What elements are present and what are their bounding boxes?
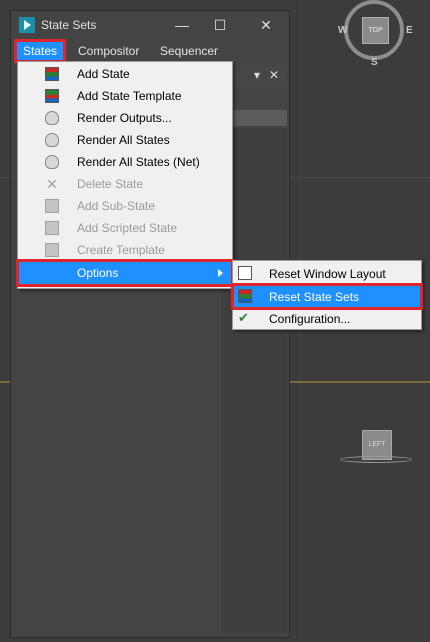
app-icon [19, 17, 35, 33]
menu-item-add-sub-state[interactable]: Add Sub-State [19, 195, 231, 217]
menu-item-create-template[interactable]: Create Template [19, 239, 231, 261]
menu-item-add-state[interactable]: Add State [19, 63, 231, 85]
menu-item-reset-state-sets[interactable]: Reset State Sets [231, 283, 423, 310]
state-template-icon [45, 89, 59, 103]
panel-close-icon[interactable]: ✕ [269, 68, 279, 82]
compass-west-label: W [338, 25, 348, 36]
window-title: State Sets [41, 18, 97, 32]
menu-sequencer[interactable]: Sequencer [154, 42, 224, 60]
compass-east-label: E [406, 25, 413, 36]
menu-item-label: Add Scripted State [77, 221, 178, 235]
template-icon [45, 243, 59, 257]
menu-item-render-all-states-net[interactable]: Render All States (Net) [19, 151, 231, 173]
maximize-button[interactable]: ☐ [209, 14, 231, 36]
menu-item-label: Render All States [77, 133, 170, 147]
viewcube-top[interactable]: TOP [362, 17, 389, 44]
menu-item-label: Reset State Sets [269, 290, 360, 304]
menu-item-label: Add State [77, 67, 130, 81]
reset-state-sets-icon [238, 289, 252, 303]
add-state-icon [45, 67, 59, 81]
menu-item-label: Options [77, 266, 119, 280]
menu-item-label: Render Outputs... [77, 111, 172, 125]
sub-state-icon [45, 199, 59, 213]
menu-item-render-outputs[interactable]: Render Outputs... [19, 107, 231, 129]
panel-dropdown-icon[interactable]: ▾ [254, 68, 260, 82]
viewcube-ring[interactable] [340, 456, 412, 463]
menu-item-label: Reset Window Layout [269, 267, 386, 281]
options-submenu: Reset Window Layout Reset State Sets ✔ C… [231, 260, 423, 330]
menu-item-add-state-template[interactable]: Add State Template [19, 85, 231, 107]
menu-item-render-all-states[interactable]: Render All States [19, 129, 231, 151]
menu-item-delete-state[interactable]: ✕ Delete State [19, 173, 231, 195]
viewcube-compass[interactable]: TOP W E S [338, 0, 413, 68]
layout-icon [238, 266, 252, 280]
menu-item-label: Add State Template [77, 89, 182, 103]
states-dropdown-menu: Add State Add State Template Render Outp… [16, 61, 234, 289]
title-bar[interactable]: State Sets — ☐ ✕ [11, 11, 289, 39]
menu-item-configuration[interactable]: ✔ Configuration... [234, 308, 420, 329]
menu-item-add-scripted-state[interactable]: Add Scripted State [19, 217, 231, 239]
submenu-arrow-icon [218, 269, 223, 277]
menu-item-label: Render All States (Net) [77, 155, 200, 169]
configuration-icon: ✔ [238, 310, 249, 325]
menu-compositor[interactable]: Compositor [72, 42, 145, 60]
menu-item-label: Create Template [77, 243, 165, 257]
minimize-button[interactable]: — [171, 14, 193, 36]
compass-south-label: S [371, 57, 378, 68]
menu-item-label: Configuration... [269, 312, 351, 326]
menu-item-reset-window-layout[interactable]: Reset Window Layout [234, 263, 420, 284]
menu-item-label: Delete State [77, 177, 144, 191]
delete-icon: ✕ [46, 176, 58, 192]
menu-item-label: Add Sub-State [77, 199, 156, 213]
menu-bar: States Compositor Sequencer [11, 39, 289, 63]
scripted-state-icon [45, 221, 59, 235]
menu-item-options[interactable]: Options [16, 259, 234, 287]
render-outputs-icon [45, 111, 59, 125]
close-button[interactable]: ✕ [255, 14, 277, 36]
teapot-icon [45, 133, 59, 147]
teapot-icon [45, 155, 59, 169]
menu-states[interactable]: States [13, 39, 67, 63]
